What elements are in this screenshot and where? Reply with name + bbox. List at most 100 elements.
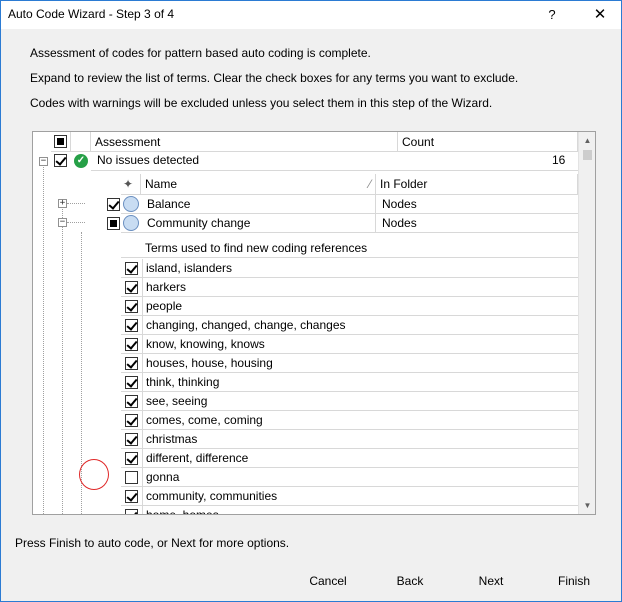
term-checkbox[interactable] xyxy=(125,414,138,427)
term-row[interactable]: houses, house, housing xyxy=(121,354,578,373)
expand-balance-expander[interactable]: + xyxy=(58,199,67,208)
cell-divider xyxy=(142,316,143,335)
cancel-button[interactable]: Cancel xyxy=(297,571,359,591)
row-divider xyxy=(91,170,578,171)
term-checkbox[interactable] xyxy=(125,433,138,446)
cell-divider xyxy=(142,392,143,411)
term-row[interactable]: christmas xyxy=(121,430,578,449)
code-folder: Nodes xyxy=(382,216,417,230)
term-row[interactable]: island, islanders xyxy=(121,259,578,278)
collapse-community-change-expander[interactable]: − xyxy=(58,218,67,227)
code-name: Community change xyxy=(141,214,376,233)
term-checkbox[interactable] xyxy=(125,395,138,408)
term-row[interactable]: gonna xyxy=(121,468,578,487)
term-checkbox[interactable] xyxy=(125,300,138,313)
term-checkbox[interactable] xyxy=(125,319,138,332)
term-label: think, thinking xyxy=(146,375,220,389)
header-icon-cell xyxy=(71,132,91,152)
help-button[interactable]: ? xyxy=(537,1,567,29)
code-folder: Nodes xyxy=(382,197,417,211)
code-row-balance[interactable]: Balance Nodes xyxy=(107,195,578,214)
highlight-annotation xyxy=(79,459,109,490)
code-row-community-change[interactable]: Community change Nodes xyxy=(107,214,578,233)
tree-line xyxy=(67,222,85,223)
collapse-assessment-expander[interactable]: − xyxy=(39,157,48,166)
scroll-thumb[interactable] xyxy=(583,150,592,160)
vertical-scrollbar[interactable]: ▲ ▼ xyxy=(578,132,595,514)
cell-divider xyxy=(142,411,143,430)
assessment-count: 16 xyxy=(552,153,566,167)
term-checkbox[interactable] xyxy=(125,490,138,503)
auto-code-wizard-dialog: Auto Code Wizard - Step 3 of 4 ? ✕ Asses… xyxy=(0,0,622,602)
cell-divider xyxy=(142,259,143,278)
cell-divider xyxy=(142,335,143,354)
finish-button[interactable]: Finish xyxy=(543,571,605,591)
close-button[interactable]: ✕ xyxy=(583,1,617,29)
term-checkbox[interactable] xyxy=(125,338,138,351)
tree-line xyxy=(67,203,85,204)
check-circle-icon: ✓ xyxy=(74,154,88,168)
term-row[interactable]: people xyxy=(121,297,578,316)
term-row[interactable]: harkers xyxy=(121,278,578,297)
term-label: christmas xyxy=(146,432,198,446)
back-button[interactable]: Back xyxy=(379,571,441,591)
cell-divider xyxy=(142,487,143,506)
code-checkbox-community-change[interactable] xyxy=(107,217,120,230)
scroll-down-button[interactable]: ▼ xyxy=(579,497,595,514)
cell-divider xyxy=(142,449,143,468)
term-row[interactable]: community, communities xyxy=(121,487,578,506)
node-circle-icon xyxy=(123,215,139,231)
term-checkbox[interactable] xyxy=(125,262,138,275)
cell-divider xyxy=(142,354,143,373)
next-button[interactable]: Next xyxy=(460,571,522,591)
cell-divider xyxy=(142,468,143,487)
term-row[interactable]: changing, changed, change, changes xyxy=(121,316,578,335)
name-column-header[interactable]: Name ⁄ xyxy=(141,174,376,195)
cell-divider xyxy=(142,297,143,316)
cell-divider xyxy=(142,373,143,392)
assessment-status: No issues detected xyxy=(97,153,200,167)
term-checkbox[interactable] xyxy=(125,471,138,484)
header-select-all-cell xyxy=(51,132,71,152)
assessment-table: Assessment Count − ✓ No issues detected … xyxy=(33,132,578,172)
pin-column-header[interactable]: ✦ xyxy=(121,174,141,195)
assessment-grid: Assessment Count − ✓ No issues detected … xyxy=(32,131,596,515)
cell-divider xyxy=(142,430,143,449)
count-column-header[interactable]: Count xyxy=(398,132,578,152)
cell-divider xyxy=(142,278,143,297)
term-label: different, difference xyxy=(146,451,249,465)
term-row[interactable]: different, difference xyxy=(121,449,578,468)
term-label: comes, come, coming xyxy=(146,413,263,427)
term-checkbox[interactable] xyxy=(125,452,138,465)
term-label: community, communities xyxy=(146,489,278,503)
intro-line-3: Codes with warnings will be excluded unl… xyxy=(30,96,493,110)
footer-hint: Press Finish to auto code, or Next for m… xyxy=(15,536,290,550)
cell-divider xyxy=(142,506,143,514)
term-label: know, knowing, knows xyxy=(146,337,265,351)
term-row[interactable]: home, homes xyxy=(121,506,578,515)
term-label: home, homes xyxy=(146,508,219,515)
dialog-title: Auto Code Wizard - Step 3 of 4 xyxy=(8,7,175,21)
term-checkbox[interactable] xyxy=(125,357,138,370)
scroll-up-button[interactable]: ▲ xyxy=(579,132,595,149)
intro-line-2: Expand to review the list of terms. Clea… xyxy=(30,71,519,85)
node-circle-icon xyxy=(123,196,139,212)
term-row[interactable]: comes, come, coming xyxy=(121,411,578,430)
assessment-column-header[interactable]: Assessment xyxy=(91,132,398,152)
code-name: Balance xyxy=(141,195,376,214)
term-row[interactable]: see, seeing xyxy=(121,392,578,411)
assessment-checkbox[interactable] xyxy=(54,154,67,167)
term-label: gonna xyxy=(146,470,180,484)
term-checkbox[interactable] xyxy=(125,281,138,294)
term-label: see, seeing xyxy=(146,394,208,408)
select-all-checkbox[interactable] xyxy=(54,135,67,148)
term-row[interactable]: know, knowing, knows xyxy=(121,335,578,354)
pin-icon: ✦ xyxy=(123,177,134,191)
code-checkbox-balance[interactable] xyxy=(107,198,120,211)
term-row[interactable]: think, thinking xyxy=(121,373,578,392)
term-checkbox[interactable] xyxy=(125,376,138,389)
in-folder-column-header[interactable]: In Folder xyxy=(376,174,578,195)
term-label: people xyxy=(146,299,183,313)
column-sort-icon: ⁄ xyxy=(368,177,371,191)
term-checkbox[interactable] xyxy=(125,509,138,514)
